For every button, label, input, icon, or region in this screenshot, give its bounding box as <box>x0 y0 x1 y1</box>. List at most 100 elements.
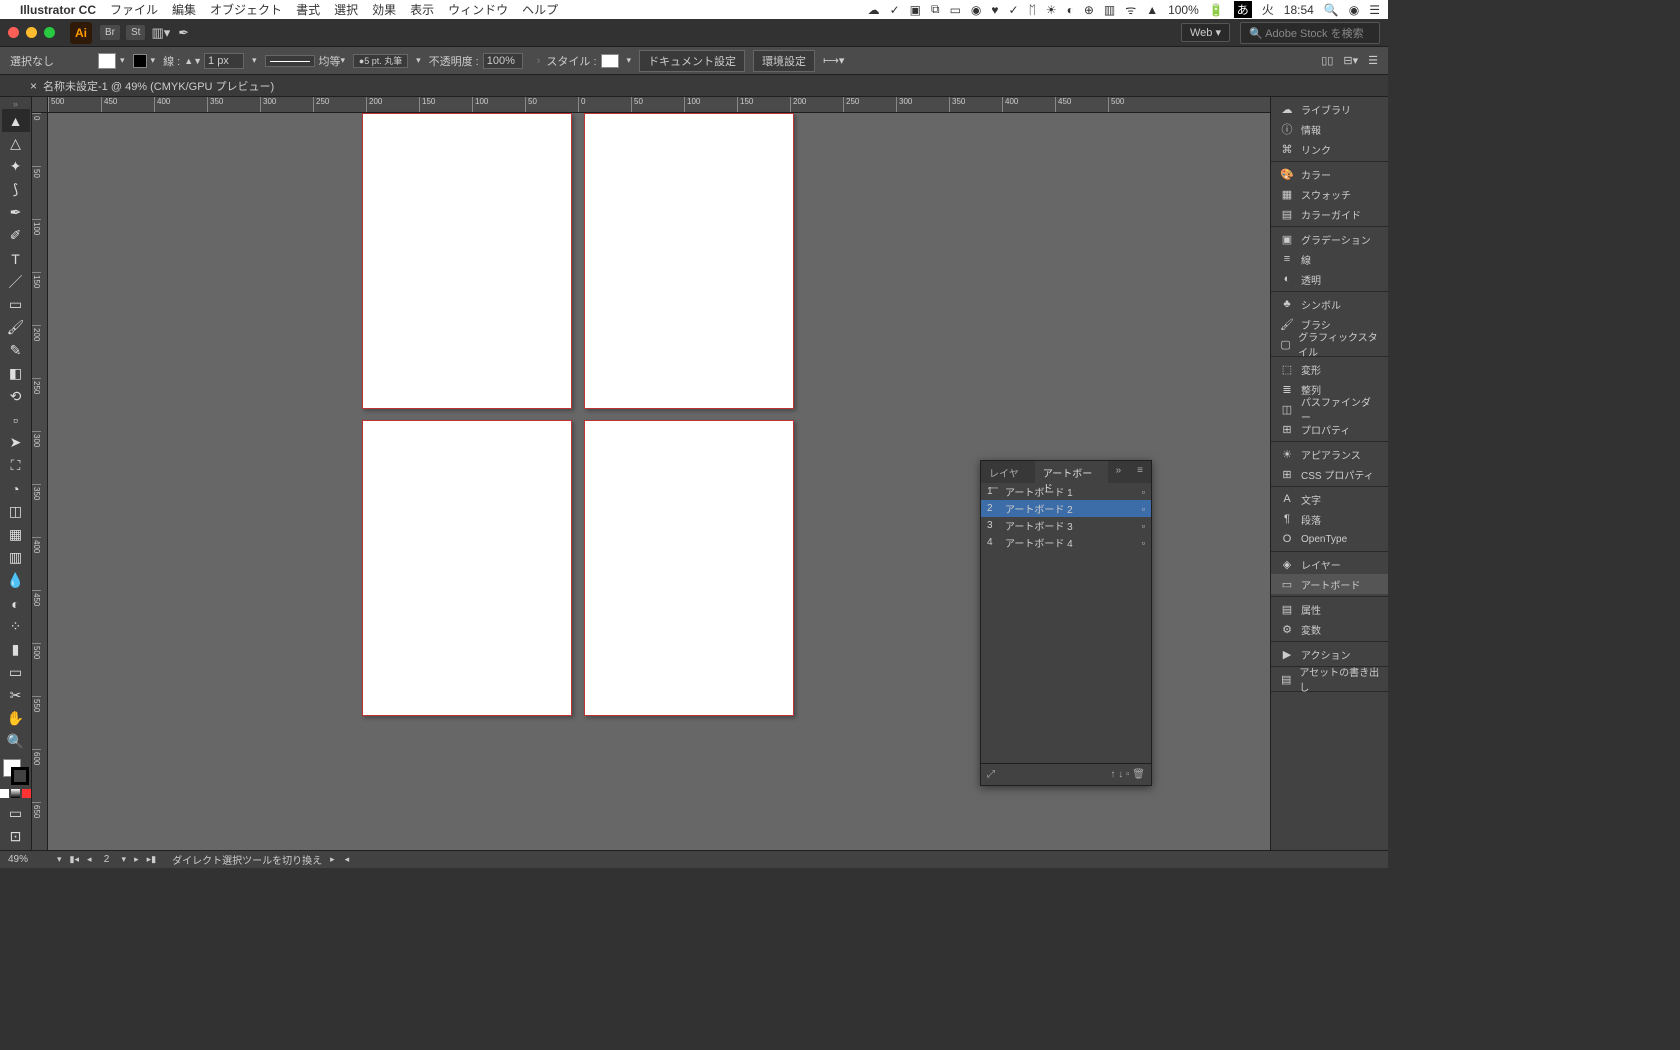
panel-menu-icon[interactable]: ≡ <box>1129 461 1151 483</box>
panel-item[interactable]: ⌘リンク <box>1271 139 1388 159</box>
rectangle-tool[interactable]: ▭ <box>2 293 30 316</box>
panel-item[interactable]: ▣グラデーション <box>1271 229 1388 249</box>
panel-item[interactable]: ☀アピアランス <box>1271 444 1388 464</box>
vertical-ruler[interactable]: 050100150200250300350400450500550600650 <box>32 113 48 850</box>
status-icon[interactable]: ▭ <box>950 3 961 17</box>
prev-artboard-icon[interactable]: ◂ <box>87 854 92 865</box>
fill-swatch[interactable] <box>98 53 116 69</box>
arrange-icon[interactable]: ▥▾ <box>151 25 170 41</box>
brush-preview[interactable]: ● 5 pt. 丸筆 <box>353 54 408 68</box>
artboard-row[interactable]: 2アートボード 2▫ <box>981 500 1151 517</box>
workspace-dropdown[interactable]: Web ▾ <box>1181 23 1230 42</box>
menu-object[interactable]: オブジェクト <box>210 1 282 18</box>
document-tab-title[interactable]: 名称未設定-1 @ 49% (CMYK/GPU プレビュー) <box>43 78 274 94</box>
pen-tool[interactable]: ✒ <box>2 201 30 224</box>
fill-stroke-control[interactable] <box>3 759 29 785</box>
scale-tool[interactable]: ▫ <box>2 408 30 431</box>
menu-window[interactable]: ウィンドウ <box>448 1 508 18</box>
wifi-icon[interactable]: ♥ <box>991 3 998 17</box>
artboards-tab[interactable]: アートボード <box>1035 461 1108 483</box>
stock-search[interactable]: 🔍 Adobe Stock を検索 <box>1240 22 1380 44</box>
color-mode[interactable] <box>0 789 9 798</box>
weather-icon[interactable]: ☀ <box>1046 3 1057 17</box>
delete-icon[interactable]: 🗑 <box>1132 769 1145 780</box>
status-icon[interactable]: ✓ <box>890 3 900 17</box>
hand-tool[interactable]: ✋ <box>2 707 30 730</box>
gradient-tool[interactable]: ▥ <box>2 546 30 569</box>
stock-chip[interactable]: St <box>126 25 145 40</box>
menu-help[interactable]: ヘルプ <box>522 1 558 18</box>
status-icon[interactable]: ▣ <box>910 3 921 17</box>
panel-item[interactable]: OOpenType <box>1271 529 1388 549</box>
window-zoom[interactable] <box>44 27 55 38</box>
eraser-tool[interactable]: ◧ <box>2 362 30 385</box>
shaper-tool[interactable]: ✎ <box>2 339 30 362</box>
window-close[interactable] <box>8 27 19 38</box>
layers-tab[interactable]: レイヤー <box>981 461 1035 483</box>
feather-icon[interactable]: ✒ <box>178 25 189 41</box>
artboards-panel[interactable]: レイヤー アートボード » ≡ 1アートボード 1▫2アートボード 2▫3アート… <box>980 460 1152 786</box>
panel-item[interactable]: ⬚変形 <box>1271 359 1388 379</box>
artboard-row[interactable]: 1アートボード 1▫ <box>981 483 1151 500</box>
artboard-4[interactable] <box>584 420 794 716</box>
ruler-origin[interactable] <box>32 97 48 113</box>
day-label[interactable]: 火 <box>1262 1 1274 18</box>
clock-icon[interactable]: ◐ <box>1067 3 1074 17</box>
lasso-tool[interactable]: ⟆ <box>2 178 30 201</box>
next-artboard-icon[interactable]: ▸ <box>134 854 139 865</box>
bridge-chip[interactable]: Br <box>100 25 120 40</box>
first-artboard-icon[interactable]: ▮◂ <box>70 854 79 865</box>
canvas-area[interactable]: 5004504003503002502001501005005010015020… <box>32 97 1270 850</box>
artboard-row[interactable]: 4アートボード 4▫ <box>981 534 1151 551</box>
battery-icon[interactable]: 🔋 <box>1209 3 1224 17</box>
prefs-button[interactable]: 環境設定 <box>753 50 815 72</box>
app-name[interactable]: Illustrator CC <box>20 3 96 17</box>
menu-type[interactable]: 書式 <box>296 1 320 18</box>
cc-icon[interactable]: ◉ <box>971 3 981 17</box>
artboard-3[interactable] <box>362 420 572 716</box>
panel-item[interactable]: ▤カラーガイド <box>1271 204 1388 224</box>
menu-icon[interactable]: ☰ <box>1369 3 1380 17</box>
zoom-level[interactable]: 49% <box>8 854 53 865</box>
screen-mode[interactable]: ▭ <box>2 802 30 825</box>
collapse-icon[interactable]: » <box>1108 461 1130 483</box>
stroke-swatch[interactable] <box>133 54 147 68</box>
gradient-mode[interactable] <box>11 789 20 798</box>
battery-percent[interactable]: 100% <box>1168 3 1199 17</box>
status-icon[interactable]: ⊕ <box>1084 3 1094 17</box>
window-minimize[interactable] <box>26 27 37 38</box>
siri-icon[interactable]: ◉ <box>1349 3 1359 17</box>
panel-item[interactable]: ◐透明 <box>1271 269 1388 289</box>
close-tab-icon[interactable]: × <box>30 79 37 93</box>
style-swatch[interactable] <box>601 54 619 68</box>
new-artboard-icon[interactable]: ▫ <box>1126 769 1130 780</box>
artboard-row[interactable]: 3アートボード 3▫ <box>981 517 1151 534</box>
view-toggle-icon[interactable]: ▯▯ <box>1321 54 1333 67</box>
blend-tool[interactable]: ◐ <box>2 592 30 615</box>
panel-item[interactable]: A文字 <box>1271 489 1388 509</box>
menu-edit[interactable]: 編集 <box>172 1 196 18</box>
panel-item[interactable]: ⊞CSS プロパティ <box>1271 464 1388 484</box>
panel-item[interactable]: ▶アクション <box>1271 644 1388 664</box>
artboard-tool[interactable]: ▭ <box>2 661 30 684</box>
menu-file[interactable]: ファイル <box>110 1 158 18</box>
move-up-icon[interactable]: ↑ <box>1110 769 1115 780</box>
panel-item[interactable]: ▤属性 <box>1271 599 1388 619</box>
paintbrush-tool[interactable]: 🖌 <box>2 316 30 339</box>
status-icon[interactable]: ᛖ <box>1029 3 1036 17</box>
volume-icon[interactable]: ▲ <box>1146 3 1158 17</box>
artboard-number-input[interactable] <box>96 854 118 865</box>
panel-item[interactable]: ▦スウォッチ <box>1271 184 1388 204</box>
graph-tool[interactable]: ▮ <box>2 638 30 661</box>
ime-indicator[interactable]: あ <box>1234 1 1252 18</box>
panel-item[interactable]: ▢グラフィックスタイル <box>1271 334 1388 354</box>
width-tool[interactable]: ➤ <box>2 431 30 454</box>
spotlight-icon[interactable]: 🔍 <box>1324 3 1339 17</box>
view-toggle-icon[interactable]: ⊟▾ <box>1343 54 1358 67</box>
artboard-1[interactable] <box>362 113 572 409</box>
opacity-input[interactable] <box>483 53 523 69</box>
slice-tool[interactable]: ✂ <box>2 684 30 707</box>
type-tool[interactable]: T <box>2 247 30 270</box>
magic-wand-tool[interactable]: ✦ <box>2 155 30 178</box>
eyedropper-tool[interactable]: 💧 <box>2 569 30 592</box>
